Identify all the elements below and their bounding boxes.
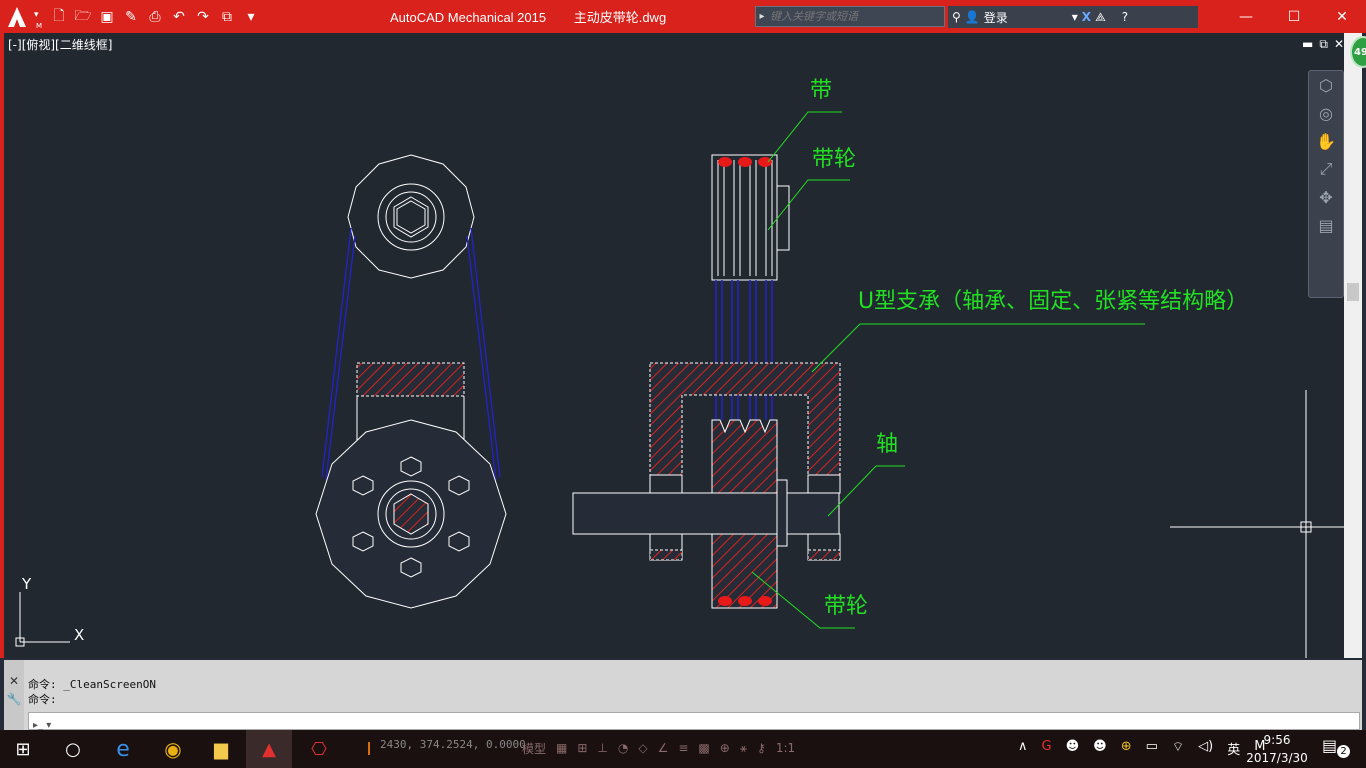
vertical-scrollbar[interactable] [1344,33,1362,658]
tray-plus-icon[interactable]: ⊕ [1121,739,1132,758]
pan-icon[interactable]: ✋ [1309,127,1343,155]
command-settings-icon[interactable]: 🔧 [4,692,24,706]
zoom-extents-icon[interactable]: ⤢ [1309,155,1343,183]
polar-icon[interactable]: ◔ [618,741,628,755]
windows-start-icon[interactable]: ⊞ [0,730,46,768]
command-close-icon[interactable]: ✕ [4,674,24,688]
file-explorer-icon[interactable]: ▆ [198,730,244,768]
tray-expand-icon[interactable]: ∧ [1018,739,1028,758]
command-window-grip[interactable]: ✕ 🔧 [4,660,24,730]
cortana-icon[interactable]: ○ [50,730,96,768]
osnap-icon[interactable]: ◇ [638,741,647,755]
status-bar: 模型 ▦ ⊞ ⊥ ◔ ◇ ∠ ≡ ▩ ⊕ ⚹ ⚷ 1:1 [522,735,795,761]
autocad-taskbar-icon[interactable]: ▲ [246,730,292,768]
lineweight-icon[interactable]: ≡ [678,741,688,755]
otrack-icon[interactable]: ∠ [658,741,669,755]
showmotion-icon[interactable]: ▤ [1309,211,1343,239]
shaft [572,479,840,547]
selection-cycling-icon[interactable]: ⊕ [720,741,730,755]
notification-count: 2 [1337,745,1350,758]
scale-label[interactable]: 1:1 [776,741,795,755]
ortho-icon[interactable]: ⊥ [597,741,607,755]
viewcube-icon[interactable]: ⬡ [1309,71,1343,99]
bottom-belt-sections [718,596,772,606]
volume-icon[interactable]: ◁) [1198,739,1213,758]
pdf-reader-icon[interactable]: ⎔ [296,730,342,768]
qq-icon[interactable]: ☻ [1066,739,1080,758]
tray-app-icon[interactable]: G [1042,739,1052,758]
shaft-label: 轴 [876,432,898,457]
battery-icon[interactable]: ▭ [1146,739,1158,758]
command-line-1: 命令: _CleanScreenON [28,678,156,691]
annotation-visibility-icon[interactable]: ⚹ [740,741,747,756]
steering-wheel-icon[interactable]: ◎ [1309,99,1343,127]
snap-icon[interactable]: ⊞ [577,741,587,755]
action-center-icon[interactable]: ▤ 2 [1322,736,1352,762]
taskbar-clock[interactable]: 9:56 2017/3/30 [1246,731,1308,767]
transparency-icon[interactable]: ▩ [698,741,709,755]
command-history: 命令: _CleanScreenON 命令: [28,677,156,707]
coordinate-readout: 2430, 374.2524, 0.0000 [380,738,526,751]
ucs-x-label: X [74,626,84,644]
wifi-icon[interactable]: ⌔ [1172,739,1184,758]
qq-icon-2[interactable]: ☻ [1093,739,1107,758]
system-tray: ∧ G ☻ ☻ ⊕ ▭ ⌔ ◁) 英 M [1018,739,1265,758]
pulley-top-label: 带轮 [812,147,856,172]
clock-date: 2017/3/30 [1246,751,1308,765]
edge-browser-icon[interactable]: e [100,730,146,768]
command-line-2: 命令: [28,693,57,706]
crosshair-cursor [1170,390,1344,658]
command-input[interactable]: ▸_ ▾ [28,712,1360,731]
pulley-bottom-label: 带轮 [824,594,868,619]
clock-time: 9:56 [1263,733,1291,747]
top-belt-sections [718,157,772,167]
chrome-like-app-icon[interactable]: ◉ [150,730,196,768]
annotation-scale-icon[interactable]: ⚷ [757,741,766,755]
ime-label[interactable]: 英 [1227,739,1240,758]
belt-label: 带 [810,78,832,103]
u-support-label: U型支承（轴承、固定、张紧等结构略） [858,289,1248,314]
scrollbar-thumb[interactable] [1347,283,1359,301]
drawing-canvas: 带 带轮 U型支承（轴承、固定、张紧等结构略） 轴 带轮 Y X [15,78,1344,658]
model-label[interactable]: 模型 [522,740,546,757]
left-view-top-pulley [347,154,475,279]
ucs-y-label: Y [21,575,32,593]
orbit-icon[interactable]: ✥ [1309,183,1343,211]
command-window: ✕ 🔧 命令: _CleanScreenON 命令: ▸_ ▾ [4,660,1362,731]
navigation-bar: ⬡ ◎ ✋ ⤢ ✥ ▤ [1308,70,1344,298]
left-view-bottom-pulley [315,419,507,609]
annotation-labels: 带 带轮 U型支承（轴承、固定、张紧等结构略） 轴 带轮 [810,78,1248,619]
grid-icon[interactable]: ▦ [556,741,567,755]
ucs-icon: Y X [15,575,84,647]
right-view-belt [715,280,773,420]
